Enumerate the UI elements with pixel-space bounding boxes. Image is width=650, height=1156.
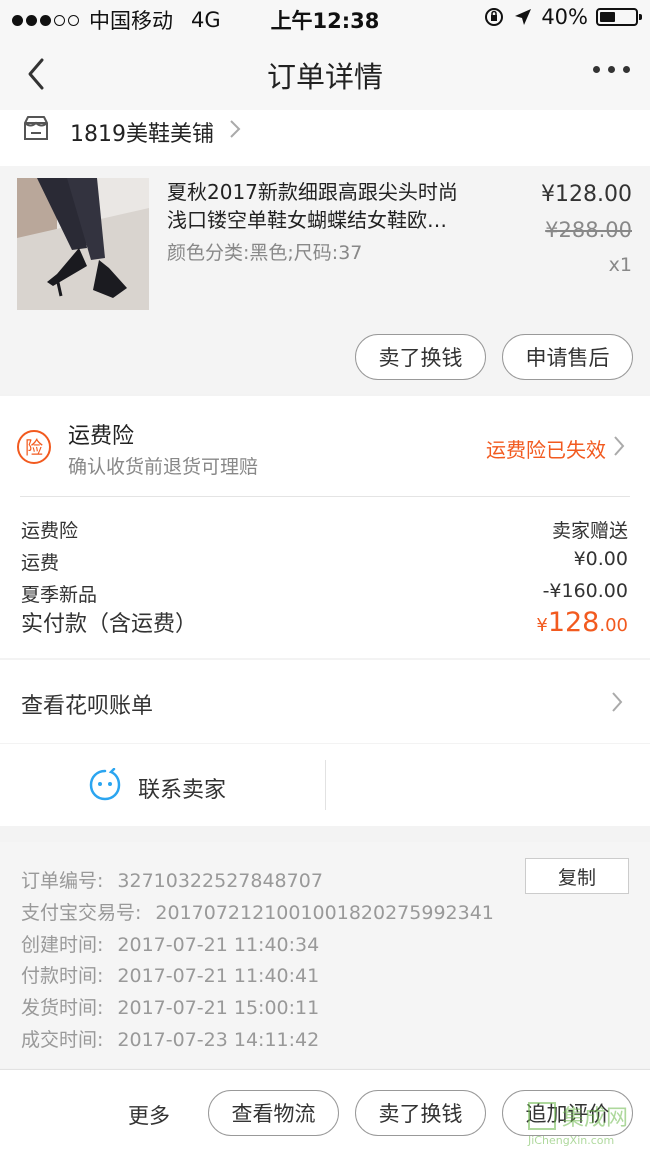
product-item[interactable]: 夏秋2017新款细跟高跟尖头时尚 浅口镂空单鞋女蝴蝶结女鞋欧… 颜色分类:黑色;… [0,166,650,394]
detail-value: 2017-07-21 11:40:34 [117,934,320,956]
detail-label: 订单编号: [21,870,104,892]
store-icon [24,116,48,140]
battery-icon [596,8,642,26]
detail-value: 2017-07-21 11:40:41 [117,965,320,987]
watermark-box-icon [528,1102,556,1130]
insurance-subtitle: 确认收货前退货可理赔 [68,456,259,478]
product-name[interactable]: 夏秋2017新款细跟高跟尖头时尚 浅口镂空单鞋女蝴蝶结女鞋欧… [167,178,502,234]
total-label: 实付款（含运费） [21,612,198,637]
total-row: 实付款（含运费） ¥128.00 [21,606,628,638]
watermark-text: 集成网 [562,1106,629,1131]
chat-bubble-icon[interactable] [88,768,122,802]
contact-row: 联系卖家 [0,744,650,826]
shop-row[interactable]: 1819美鞋美铺 [0,110,650,166]
detail-value: 2017-07-21 15:00:11 [117,997,320,1019]
fee-row: 运费险 卖家赠送 [21,516,628,543]
total-int: 128 [547,607,600,638]
product-sku: 颜色分类:黑色;尺码:37 [167,242,363,264]
detail-label: 成交时间: [21,1029,104,1051]
divider [20,496,630,497]
order-details: 订单编号: 32710322527848707 复制 支付宝交易号: 2017072… [0,842,650,1068]
order-info-card: 险 运费险 确认收货前退货可理赔 运费险已失效 运费险 卖家赠送 运费 ¥0.0… [0,396,650,658]
fee-row: 运费 ¥0.00 [21,548,628,575]
paid-time-row: 付款时间: 2017-07-21 11:40:41 [21,961,319,988]
insurance-title: 运费险 [68,424,135,449]
nav-bar: 订单详情 [0,36,650,110]
insurance-status[interactable]: 运费险已失效 [486,434,606,463]
fee-value: ¥0.00 [573,548,628,570]
copy-button[interactable]: 复制 [525,858,629,894]
product-original-price: ¥288.00 [545,218,632,242]
watermark-logo: 集成网 JiChengXin.com [526,1100,644,1152]
after-sale-button[interactable]: 申请售后 [502,334,633,380]
shipped-time-row: 发货时间: 2017-07-21 15:00:11 [21,993,319,1020]
watermark-url: JiChengXin.com [528,1134,615,1147]
battery-percent: 40% [541,5,588,29]
location-arrow-icon [515,9,532,25]
product-price: ¥128.00 [541,182,632,207]
fee-label: 运费 [21,552,60,574]
alipay-trade-row: 支付宝交易号: 2017072121001001820275992341 [21,898,494,925]
chevron-right-icon[interactable] [612,434,626,458]
sell-button[interactable]: 卖了换钱 [355,334,486,380]
insurance-icon: 险 [17,430,51,464]
detail-value: 2017-07-23 14:11:42 [117,1029,320,1051]
detail-label: 付款时间: [21,965,104,987]
product-name-line1: 夏秋2017新款细跟高跟尖头时尚 [167,180,458,204]
detail-value: 2017072121001001820275992341 [155,902,494,924]
order-number-row: 订单编号: 32710322527848707 [21,866,323,893]
fee-value: 卖家赠送 [551,520,628,542]
shoe-photo-image [17,178,149,310]
product-thumbnail[interactable] [17,178,149,310]
product-quantity: x1 [608,254,632,276]
fee-label: 运费险 [21,520,79,542]
chevron-right-icon [230,120,241,138]
product-name-line2: 浅口镂空单鞋女蝴蝶结女鞋欧… [167,208,447,232]
fee-label: 夏季新品 [21,584,98,606]
status-bar: 中国移动 4G 上午12:38 40% [0,0,650,36]
more-options-icon[interactable] [593,66,630,73]
more-button[interactable]: 更多 [128,1100,170,1130]
shop-name[interactable]: 1819美鞋美铺 [70,116,214,148]
sell-button[interactable]: 卖了换钱 [355,1090,486,1136]
detail-label: 发货时间: [21,997,104,1019]
fee-value: -¥160.00 [542,580,628,602]
created-time-row: 创建时间: 2017-07-21 11:40:34 [21,930,319,957]
view-logistics-button[interactable]: 查看物流 [208,1090,339,1136]
fee-row: 夏季新品 -¥160.00 [21,580,628,607]
detail-label: 创建时间: [21,934,104,956]
status-right: 40% [483,5,642,29]
huabei-bill-row[interactable]: 查看花呗账单 [0,660,650,743]
huabei-label: 查看花呗账单 [21,694,154,719]
total-amount: ¥128.00 [536,607,628,638]
orientation-lock-icon [485,8,504,26]
page-title: 订单详情 [266,60,383,94]
chevron-right-icon [612,692,623,712]
detail-label: 支付宝交易号: [21,902,142,924]
total-dec: .00 [599,615,628,636]
detail-value: 32710322527848707 [117,870,323,892]
total-currency: ¥ [536,615,548,636]
completed-time-row: 成交时间: 2017-07-23 14:11:42 [21,1025,319,1052]
contact-seller-button[interactable]: 联系卖家 [138,772,226,804]
divider [325,760,326,810]
